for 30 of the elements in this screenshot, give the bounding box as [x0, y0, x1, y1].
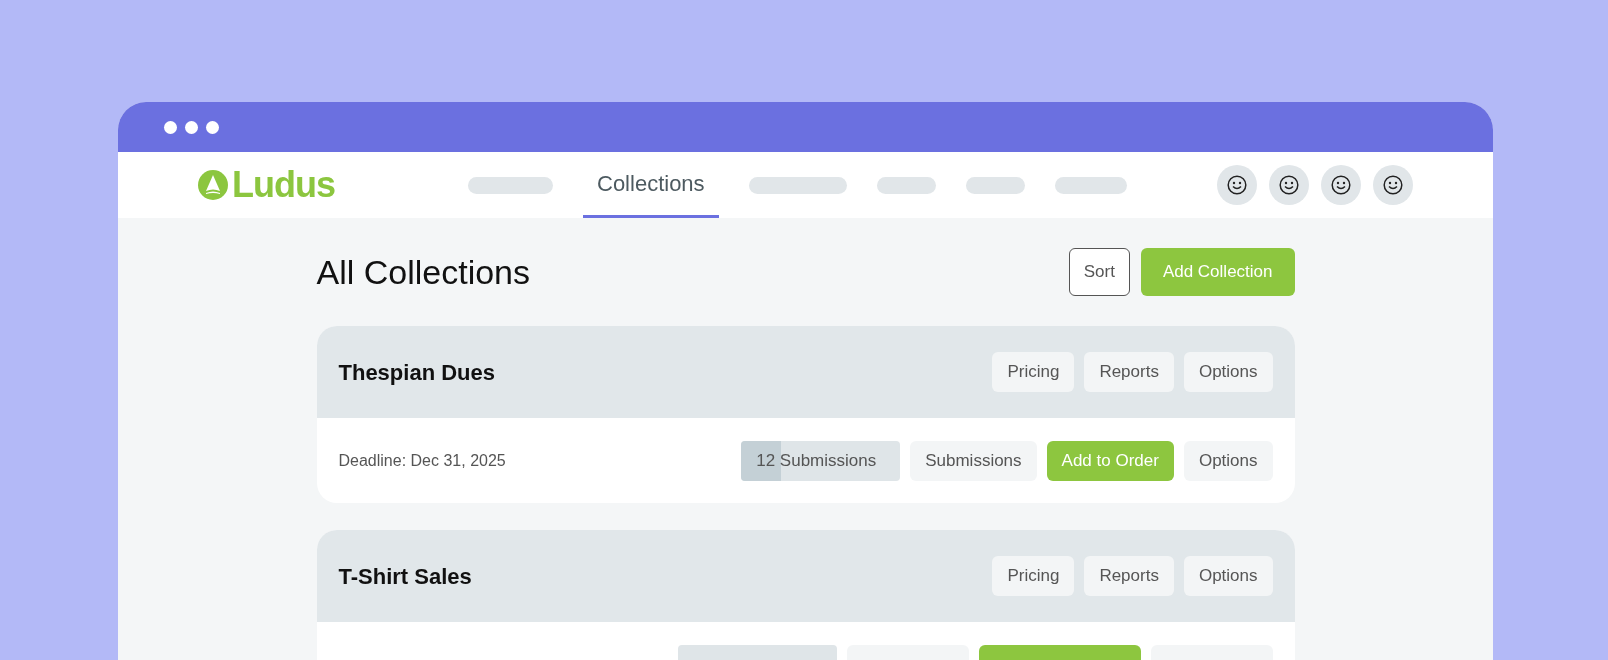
header-button[interactable]: Options: [1183, 556, 1273, 596]
smiley-icon: [1279, 175, 1299, 195]
nav-placeholder: [876, 176, 936, 194]
smiley-icon: [1383, 175, 1403, 195]
nav-tab[interactable]: Collections: [583, 152, 719, 218]
window-dot: [164, 120, 177, 134]
sort-button[interactable]: Sort: [1068, 248, 1130, 296]
submissions-meter[interactable]: 12 Submissions: [741, 440, 901, 481]
smiley-icon: [1331, 175, 1351, 195]
row-button[interactable]: Submissions: [910, 440, 1037, 481]
smiley-icon: [1227, 175, 1247, 195]
collection-name: T-Shirt Sales: [338, 562, 472, 591]
avatar[interactable]: [1321, 165, 1361, 205]
deadline-text: Deadline: Dec 31, 2025: [338, 450, 506, 471]
collection-name: Thespian Dues: [338, 358, 495, 387]
sail-logo-icon: [198, 170, 228, 200]
header-button[interactable]: Reports: [1084, 556, 1174, 596]
logo-text: Ludus: [232, 167, 335, 203]
header-button[interactable]: Reports: [1084, 352, 1174, 392]
avatar[interactable]: [1269, 165, 1309, 205]
header-button[interactable]: Pricing: [992, 556, 1075, 596]
page-title: All Collections: [316, 251, 531, 293]
avatar[interactable]: [1217, 165, 1257, 205]
nav-placeholder: [965, 176, 1025, 194]
header-button[interactable]: Options: [1183, 352, 1273, 392]
row-button[interactable]: Options: [1183, 440, 1273, 481]
avatar[interactable]: [1373, 165, 1413, 205]
window-dot: [206, 120, 219, 134]
window-dot: [185, 120, 198, 134]
header-button[interactable]: Pricing: [992, 352, 1075, 392]
